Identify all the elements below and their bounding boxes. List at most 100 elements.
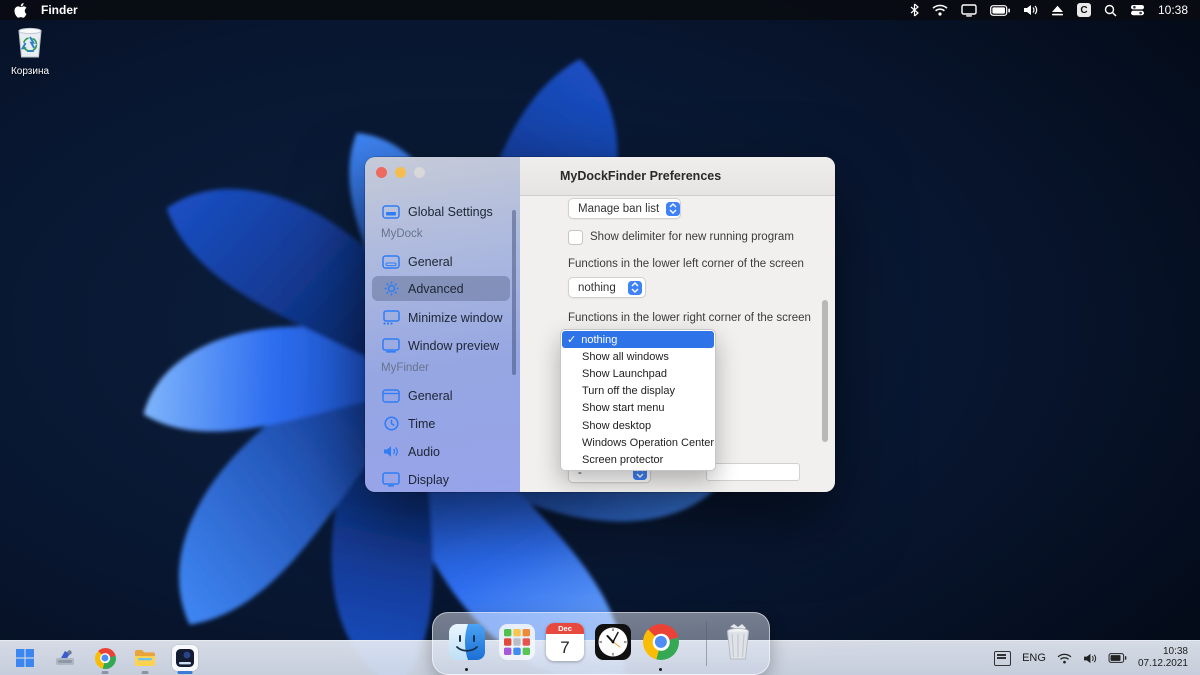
window-preview-icon xyxy=(381,338,401,353)
menu-option-selected[interactable]: ✓ nothing xyxy=(562,331,714,349)
sidebar-item-display[interactable]: Display xyxy=(372,467,510,492)
sidebar-item-label: General xyxy=(408,254,453,269)
bluetooth-icon[interactable] xyxy=(910,2,919,18)
menu-option[interactable]: Turn off the display xyxy=(562,383,714,400)
menu-option[interactable]: Screen protector xyxy=(562,451,714,468)
menubar-window-icon xyxy=(381,388,401,403)
select-stepper-icon xyxy=(628,280,642,295)
input-source-icon[interactable]: C xyxy=(1076,3,1091,17)
taskbar-clock[interactable]: 10:38 07.12.2021 xyxy=(1138,646,1188,670)
sidebar-section-mydock: MyDock xyxy=(381,228,423,240)
sidebar-item-mydock-general[interactable]: General xyxy=(372,249,510,274)
sidebar-item-myfinder-general[interactable]: General xyxy=(372,383,510,408)
volume-icon[interactable] xyxy=(1023,2,1038,18)
dock-item-launchpad[interactable] xyxy=(498,623,536,661)
recycle-bin-label: Корзина xyxy=(10,66,50,77)
sidebar-item-window-preview[interactable]: Window preview xyxy=(372,333,510,358)
chrome-icon xyxy=(94,647,116,669)
sidebar-item-label: General xyxy=(408,388,453,403)
menu-bar-clock[interactable]: 10:38 xyxy=(1158,3,1188,17)
tray-volume-icon[interactable] xyxy=(1083,650,1097,666)
lower-left-functions-value: nothing xyxy=(578,281,616,294)
eject-icon[interactable] xyxy=(1051,2,1064,18)
lower-right-functions-label: Functions in the lower right corner of t… xyxy=(568,312,811,324)
sidebar-item-label: Window preview xyxy=(408,338,500,353)
manage-ban-list-select[interactable]: Manage ban list xyxy=(568,198,681,219)
window-titlebar[interactable]: MyDockFinder Preferences xyxy=(520,157,835,196)
zoom-window-button[interactable] xyxy=(414,167,425,178)
running-indicator xyxy=(141,671,149,674)
lower-left-functions-select[interactable]: nothing xyxy=(568,277,646,298)
recycle-bin-icon xyxy=(18,27,42,58)
battery-icon[interactable] xyxy=(990,2,1010,18)
sidebar-item-label: Advanced xyxy=(408,281,464,296)
sidebar-item-time[interactable]: Time xyxy=(372,411,510,436)
taskbar-app-mydock-utility[interactable] xyxy=(52,645,78,671)
menu-bar-app-name[interactable]: Finder xyxy=(41,3,78,17)
running-indicator xyxy=(101,671,109,674)
chrome-icon xyxy=(643,624,679,660)
menu-option[interactable]: Show start menu xyxy=(562,400,714,417)
apple-menu-icon[interactable] xyxy=(14,2,27,18)
mydockfinder-preferences-window: Global Settings MyDock General Advanced xyxy=(365,157,835,492)
dock-item-clock[interactable] xyxy=(594,623,632,661)
menu-option[interactable]: Windows Operation Center xyxy=(562,434,714,451)
sidebar-scrollbar[interactable] xyxy=(512,210,516,375)
control-center-icon[interactable] xyxy=(1130,2,1145,18)
taskbar-date: 07.12.2021 xyxy=(1137,658,1188,669)
wifi-icon[interactable] xyxy=(932,2,948,18)
show-delimiter-label: Show delimiter for new running program xyxy=(590,231,794,243)
search-icon[interactable] xyxy=(1104,2,1117,18)
taskbar-app-file-explorer[interactable] xyxy=(132,645,158,674)
taskbar-app-mydockfinder-active[interactable] xyxy=(172,645,198,674)
sidebar-item-label: Minimize window xyxy=(408,310,503,325)
clock-icon xyxy=(381,416,401,431)
dock-item-finder[interactable] xyxy=(448,623,486,661)
sidebar-item-label: Audio xyxy=(408,444,440,459)
menu-option[interactable]: Show all windows xyxy=(562,348,714,365)
window-icon xyxy=(381,204,401,219)
calendar-icon: Dec 7 xyxy=(546,623,584,661)
desktop-screen: Finder C 10:38 Корзина Global Settings M… xyxy=(0,0,1200,675)
touch-keyboard-icon[interactable] xyxy=(994,650,1012,666)
menu-option[interactable]: Show desktop xyxy=(562,417,714,434)
mac-menu-bar: Finder C 10:38 xyxy=(0,0,1200,20)
window-title: MyDockFinder Preferences xyxy=(560,169,722,183)
dock-item-trash[interactable] xyxy=(719,623,757,661)
recycle-bin-desktop-icon[interactable]: Корзина xyxy=(8,25,52,77)
sidebar-item-audio[interactable]: Audio xyxy=(372,439,510,464)
sidebar-item-minimize-window[interactable]: Minimize window xyxy=(372,305,510,330)
tray-battery-icon[interactable] xyxy=(1108,650,1127,666)
window-icon xyxy=(381,254,401,269)
minimize-window-button[interactable] xyxy=(395,167,406,178)
dock-item-chrome[interactable] xyxy=(642,623,680,661)
start-button[interactable] xyxy=(12,645,38,671)
tray-wifi-icon[interactable] xyxy=(1057,650,1072,666)
gear-icon xyxy=(381,281,401,296)
language-indicator[interactable]: ENG xyxy=(1022,652,1046,664)
dock-separator xyxy=(706,621,707,666)
minimize-window-icon xyxy=(381,310,401,325)
content-scrollbar[interactable] xyxy=(822,300,828,442)
window-controls xyxy=(376,167,425,178)
menu-option[interactable]: Show Launchpad xyxy=(562,365,714,382)
select-stepper-icon xyxy=(666,201,681,216)
dock-item-calendar[interactable]: Dec 7 xyxy=(546,623,584,661)
display-settings-icon xyxy=(381,472,401,487)
trash-full-icon xyxy=(727,624,749,660)
show-delimiter-checkbox[interactable] xyxy=(568,230,583,245)
display-icon[interactable] xyxy=(961,2,977,18)
close-window-button[interactable] xyxy=(376,167,387,178)
calendar-day: 7 xyxy=(560,637,570,657)
active-indicator xyxy=(177,671,193,674)
sidebar-item-mydock-advanced[interactable]: Advanced xyxy=(372,276,510,301)
mydockfinder-icon xyxy=(176,649,194,667)
menu-option-label: nothing xyxy=(581,333,618,346)
sidebar-item-global-settings[interactable]: Global Settings xyxy=(372,199,510,224)
speaker-icon xyxy=(381,445,401,458)
sidebar-section-myfinder: MyFinder xyxy=(381,362,429,374)
launchpad-icon xyxy=(499,624,535,660)
running-indicator xyxy=(465,668,468,671)
taskbar-app-chrome[interactable] xyxy=(92,645,118,674)
bottom-text-input[interactable] xyxy=(706,463,800,481)
